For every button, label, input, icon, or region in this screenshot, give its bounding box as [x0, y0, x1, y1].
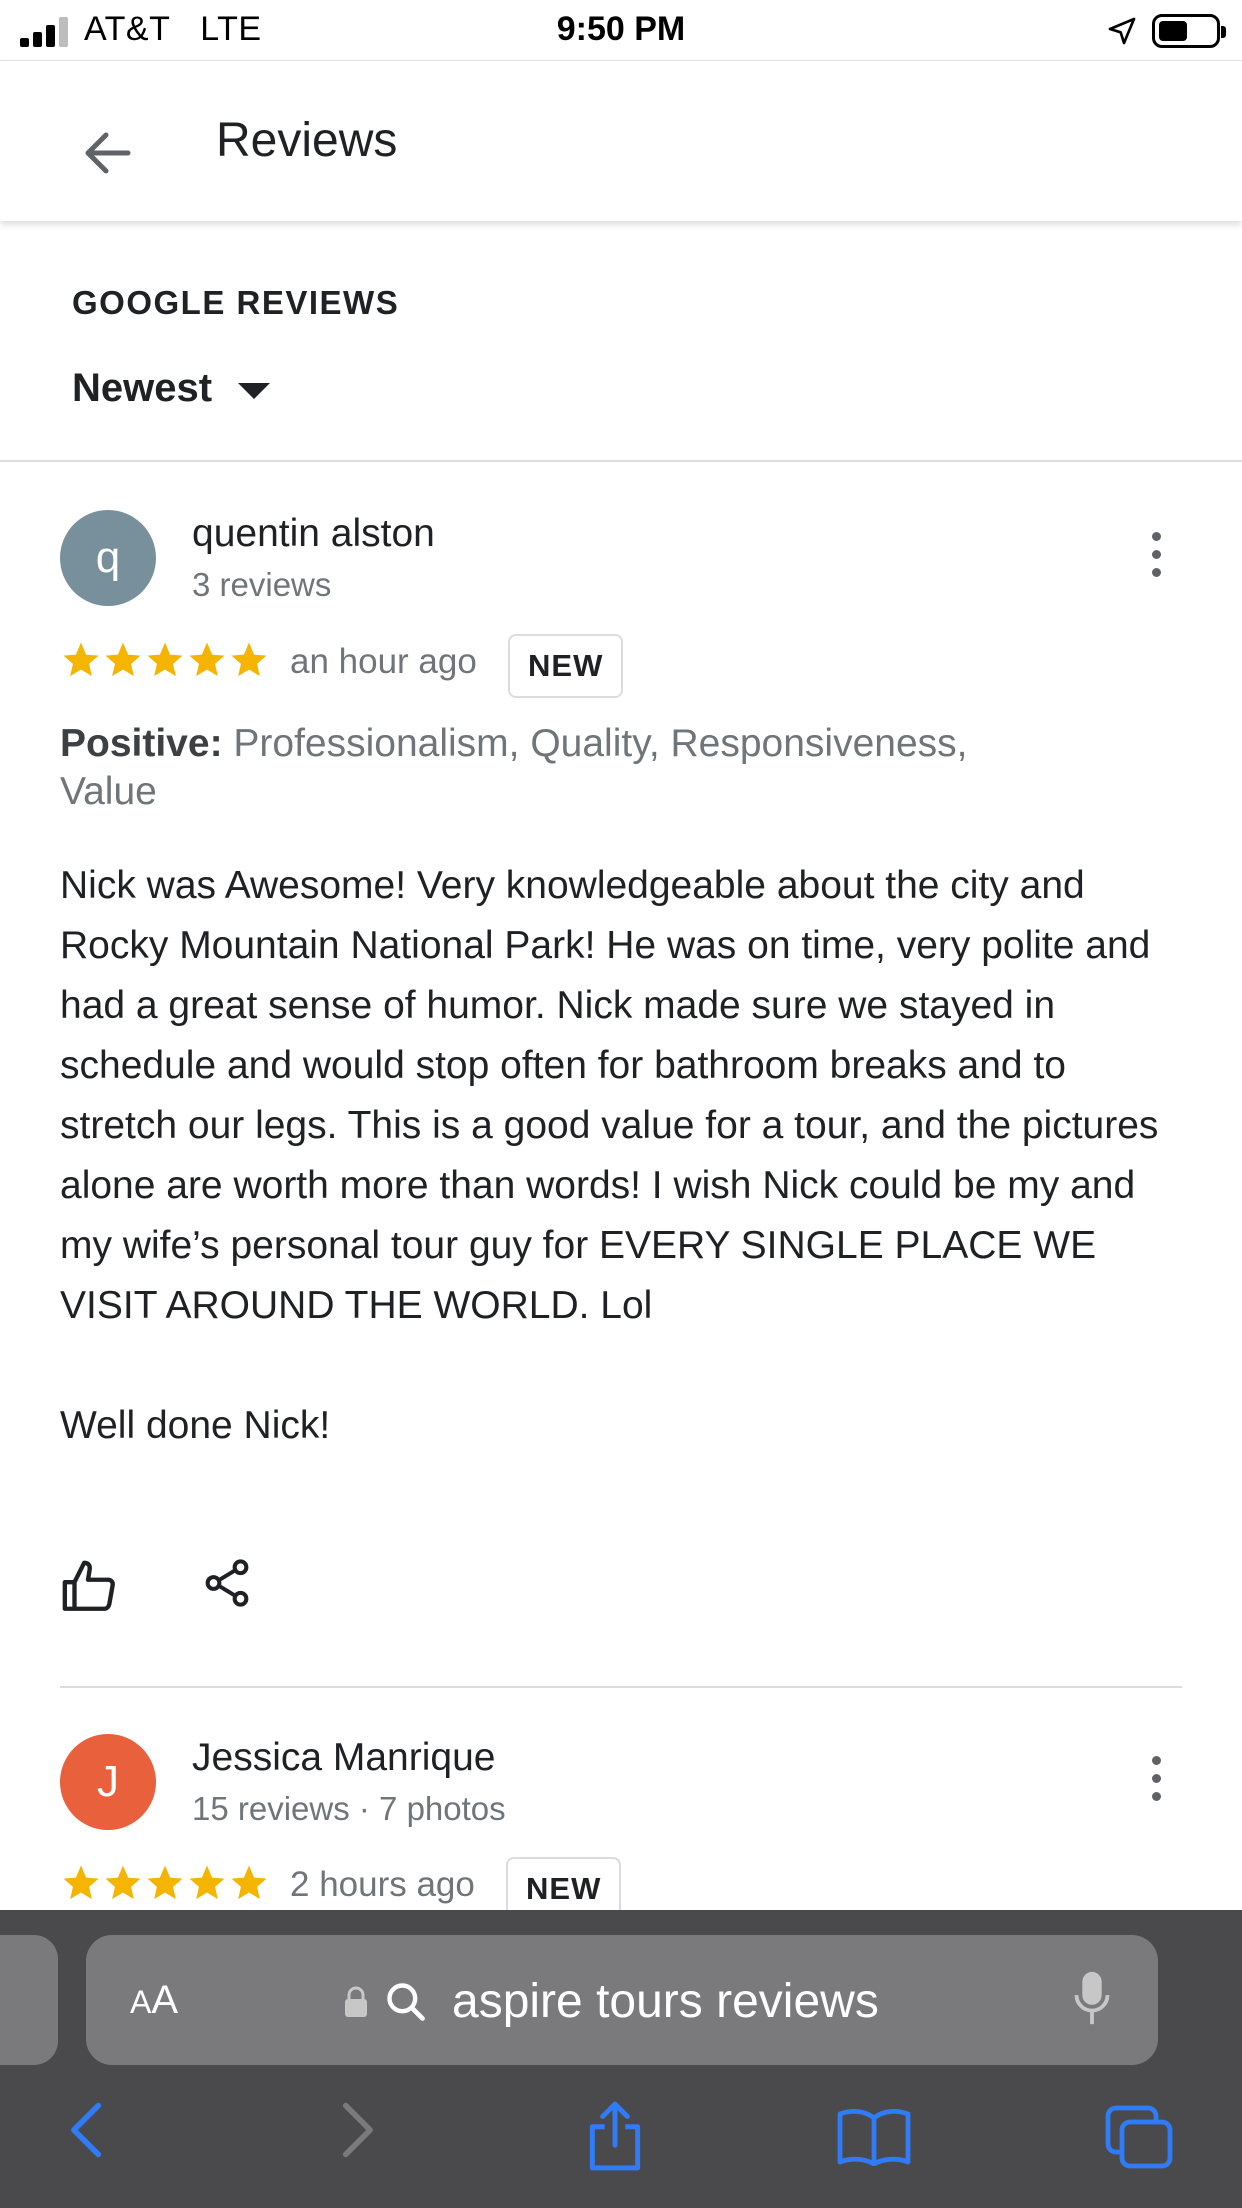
positive-attributes: Positive: Professionalism, Quality, Resp… — [60, 720, 1060, 816]
battery-icon — [1152, 14, 1226, 48]
back-arrow-icon[interactable] — [70, 115, 146, 191]
kebab-menu-icon[interactable] — [1152, 532, 1164, 586]
reviewer-meta: 15 reviews · 7 photos — [192, 1790, 506, 1827]
reviewer-name[interactable]: Jessica Manrique — [192, 1736, 495, 1780]
sort-label: Newest — [72, 366, 213, 410]
dropdown-caret-icon — [238, 382, 271, 399]
tabs-icon[interactable] — [1104, 2104, 1174, 2170]
review-time: an hour ago — [290, 642, 477, 681]
share-icon[interactable] — [200, 1556, 254, 1610]
star-icon — [189, 642, 225, 677]
share-upload-icon[interactable] — [584, 2100, 646, 2172]
star-icon — [105, 1865, 141, 1900]
search-icon — [387, 1983, 425, 2021]
status-bar: AT&T LTE 9:50 PM — [0, 0, 1242, 60]
text-size-button[interactable]: AA — [130, 1978, 178, 2023]
new-badge: NEW — [508, 634, 624, 698]
reviewer-name[interactable]: quentin alston — [192, 512, 435, 556]
avatar[interactable]: q — [60, 510, 156, 606]
star-rating — [60, 1862, 270, 1904]
reviewer-meta: 3 reviews — [192, 566, 332, 603]
sort-dropdown[interactable]: Newest — [72, 366, 271, 411]
previous-tab-stub[interactable] — [0, 1935, 58, 2065]
lock-icon — [345, 1986, 367, 2017]
divider — [0, 460, 1242, 462]
positive-label: Positive: — [60, 722, 223, 765]
star-icon — [63, 642, 99, 677]
star-icon — [231, 642, 267, 677]
bookmarks-icon[interactable] — [836, 2106, 912, 2166]
chevron-right-icon[interactable] — [334, 2100, 380, 2160]
section-heading: GOOGLE REVIEWS — [72, 284, 400, 321]
thumbs-up-icon[interactable] — [60, 1558, 118, 1616]
star-icon — [105, 642, 141, 677]
clock: 9:50 PM — [556, 10, 686, 48]
star-rating — [60, 639, 270, 681]
star-icon — [189, 1865, 225, 1900]
star-icon — [147, 642, 183, 677]
page-title: Reviews — [216, 114, 398, 167]
app-header: Reviews — [0, 60, 1242, 221]
avatar[interactable]: J — [60, 1734, 156, 1830]
review-text: Nick was Awesome! Very knowledgeable abo… — [60, 864, 1159, 1447]
divider — [60, 1686, 1182, 1688]
location-arrow-icon — [1108, 17, 1136, 45]
kebab-menu-icon[interactable] — [1152, 1756, 1164, 1810]
star-icon — [231, 1865, 267, 1900]
review-time: 2 hours ago — [290, 1865, 475, 1904]
chevron-left-icon[interactable] — [64, 2100, 110, 2160]
star-icon — [63, 1865, 99, 1900]
address-text[interactable]: aspire tours reviews — [452, 1974, 879, 2029]
star-icon — [147, 1865, 183, 1900]
microphone-icon[interactable] — [1072, 1970, 1112, 2028]
